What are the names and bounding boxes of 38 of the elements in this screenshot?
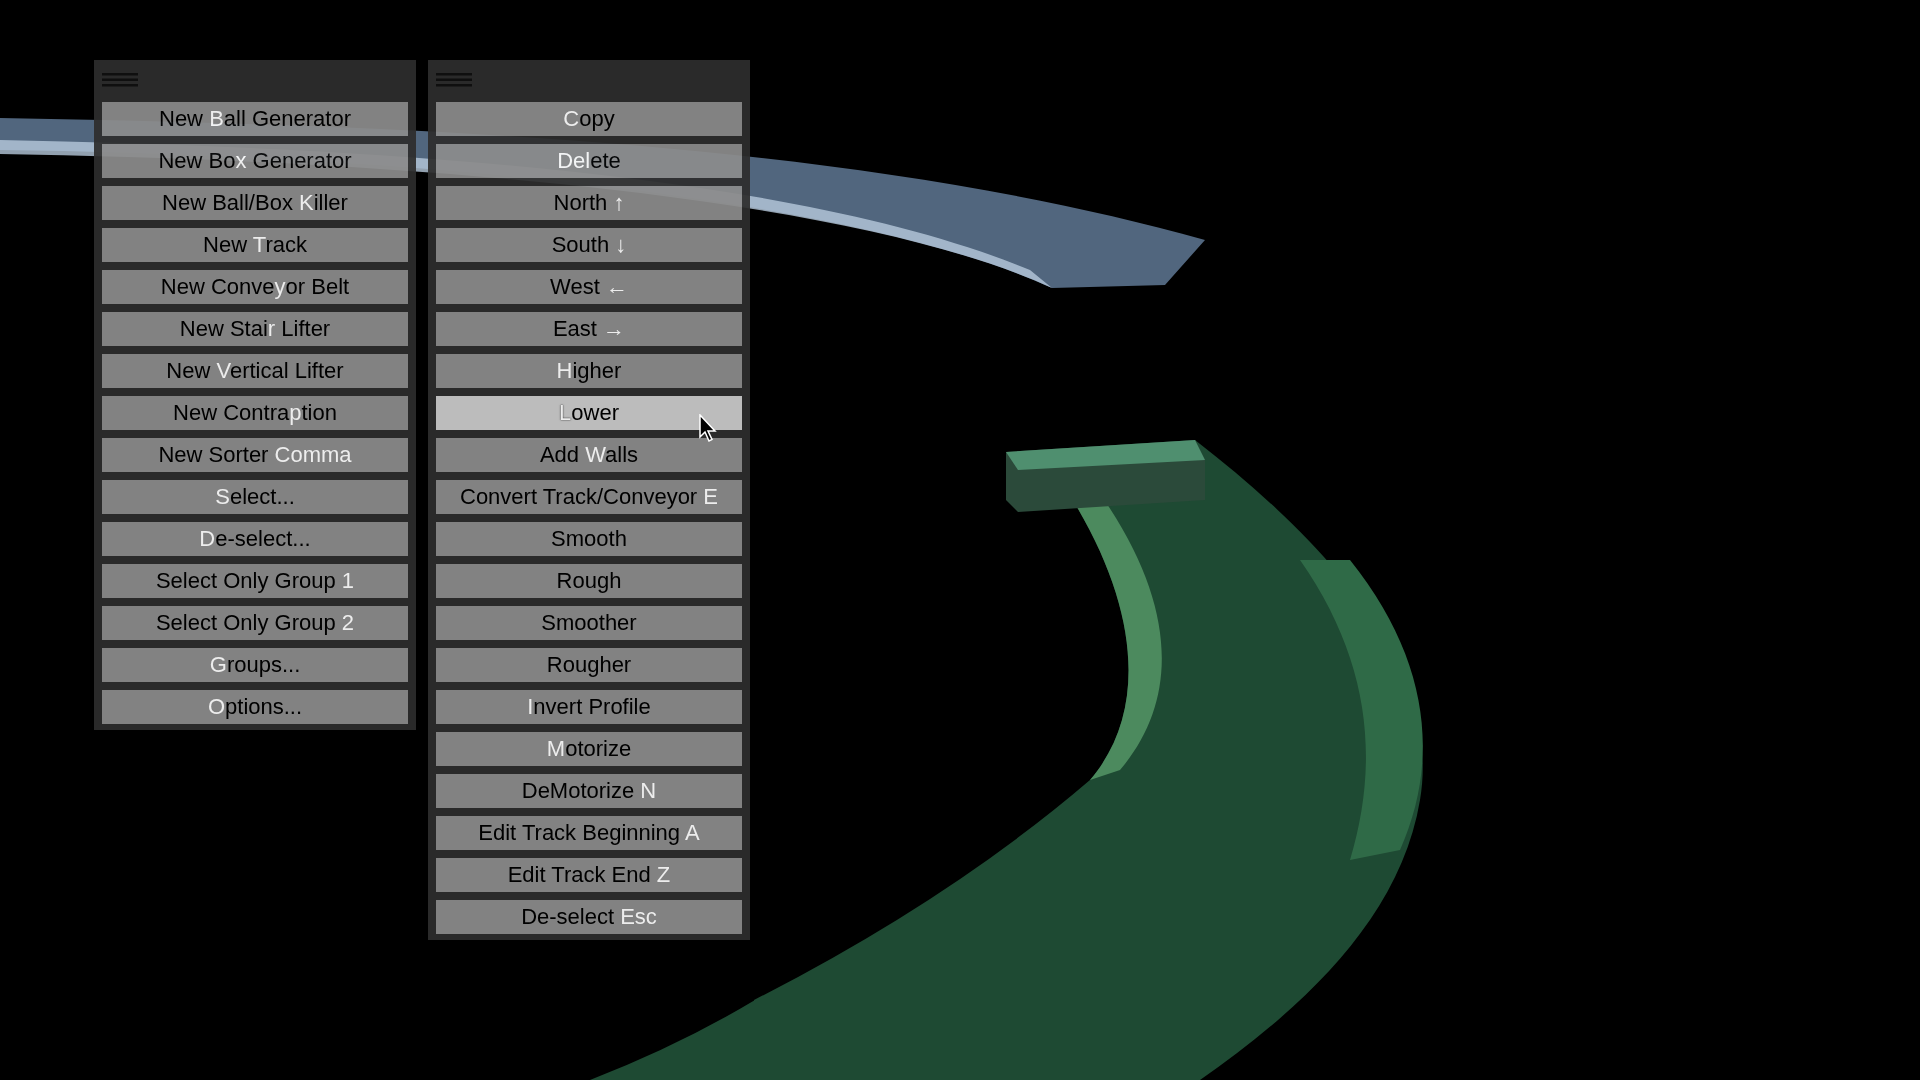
menu-item[interactable]: Smoother <box>436 606 742 640</box>
menu-item[interactable]: Smooth <box>436 522 742 556</box>
menu-item[interactable]: New Vertical Lifter <box>102 354 408 388</box>
menu-item[interactable]: New Conveyor Belt <box>102 270 408 304</box>
menu-item[interactable]: South ↓ <box>436 228 742 262</box>
menu-item[interactable]: De-select... <box>102 522 408 556</box>
menu-item[interactable]: Motorize <box>436 732 742 766</box>
menu-item[interactable]: Invert Profile <box>436 690 742 724</box>
pointer-cursor-icon <box>699 414 719 444</box>
menu-item[interactable]: DeMotorize N <box>436 774 742 808</box>
menu-item[interactable]: Select Only Group 2 <box>102 606 408 640</box>
menu-item[interactable]: Rough <box>436 564 742 598</box>
menu-item[interactable]: Edit Track End Z <box>436 858 742 892</box>
menu-item[interactable]: New Contraption <box>102 396 408 430</box>
menu-item[interactable]: Rougher <box>436 648 742 682</box>
menu-item[interactable]: Copy <box>436 102 742 136</box>
menu-icon[interactable] <box>436 72 472 88</box>
menu-item[interactable]: Lower <box>436 396 742 430</box>
menu-item[interactable]: Convert Track/Conveyor E <box>436 480 742 514</box>
menu-item[interactable]: Groups... <box>102 648 408 682</box>
menu-item[interactable]: De-select Esc <box>436 900 742 934</box>
menu-item[interactable]: New Ball Generator <box>102 102 408 136</box>
menu-item[interactable]: Add Walls <box>436 438 742 472</box>
menu-icon[interactable] <box>102 72 138 88</box>
menu-item[interactable]: Select... <box>102 480 408 514</box>
menu-item[interactable]: New Sorter Comma <box>102 438 408 472</box>
menu-item[interactable]: Select Only Group 1 <box>102 564 408 598</box>
menu-item[interactable]: New Stair Lifter <box>102 312 408 346</box>
menu-item[interactable]: Higher <box>436 354 742 388</box>
menu-item[interactable]: New Ball/Box Killer <box>102 186 408 220</box>
menu-item[interactable]: Edit Track Beginning A <box>436 816 742 850</box>
menu-item[interactable]: New Box Generator <box>102 144 408 178</box>
menu-item[interactable]: East → <box>436 312 742 346</box>
menu-item[interactable]: Delete <box>436 144 742 178</box>
menu-item[interactable]: Options... <box>102 690 408 724</box>
menu-item[interactable]: New Track <box>102 228 408 262</box>
menu-item[interactable]: North ↑ <box>436 186 742 220</box>
menu-item[interactable]: West ← <box>436 270 742 304</box>
